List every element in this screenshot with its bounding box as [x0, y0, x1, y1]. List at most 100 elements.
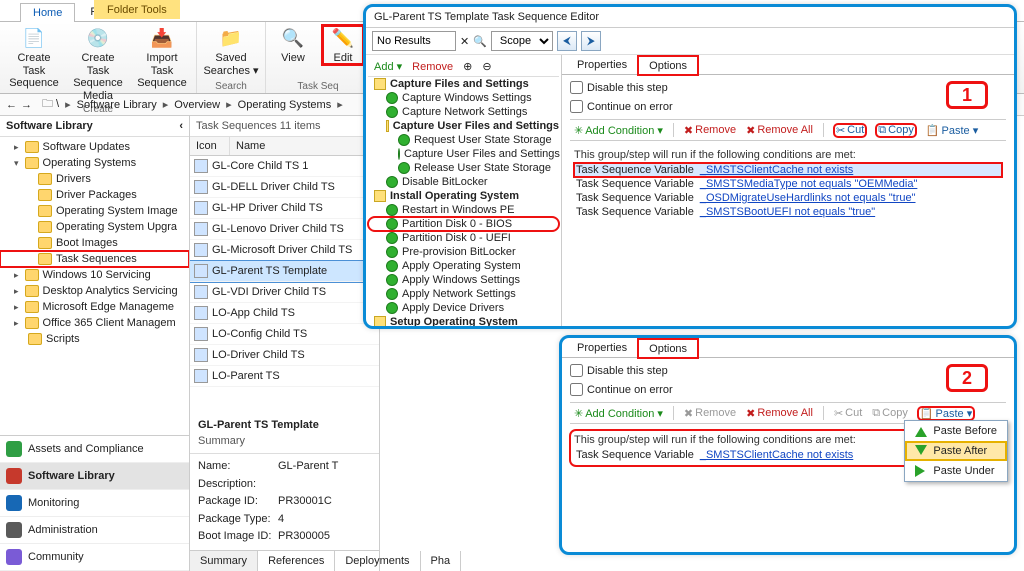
- condition-row[interactable]: Task Sequence Variable_SMSTSMediaType no…: [574, 177, 1002, 191]
- condition-link[interactable]: _OSDMigrateUseHardlinks not equals "true…: [700, 192, 916, 204]
- remove-condition-button-2[interactable]: ✖Remove: [684, 407, 736, 420]
- view-button[interactable]: 🔍 View: [272, 25, 314, 65]
- remove-condition-button[interactable]: ✖Remove: [684, 124, 736, 137]
- nav-item[interactable]: Desktop Analytics Servicing: [0, 283, 189, 299]
- ts-step[interactable]: Apply Network Settings: [368, 287, 559, 301]
- tab-properties-1[interactable]: Properties: [566, 55, 638, 74]
- list-item[interactable]: GL-HP Driver Child TS: [190, 198, 379, 219]
- list-item[interactable]: GL-Parent TS Template: [190, 261, 379, 282]
- ts-step[interactable]: Release User State Storage: [368, 161, 559, 175]
- list-item[interactable]: LO-Config Child TS: [190, 324, 379, 345]
- create-ts-media-button[interactable]: 💿 Create Task Sequence Media: [70, 25, 126, 103]
- cut-button[interactable]: ✂Cut: [834, 124, 866, 137]
- condition-row[interactable]: Task Sequence Variable_SMSTSClientCache …: [574, 163, 1002, 177]
- list-item[interactable]: GL-VDI Driver Child TS: [190, 282, 379, 303]
- nav-item[interactable]: Windows 10 Servicing: [0, 267, 189, 283]
- condition-link[interactable]: _SMSTSBootUEFI not equals "true": [700, 206, 875, 218]
- ts-group[interactable]: Setup Operating System: [368, 315, 559, 326]
- ts-group[interactable]: Capture Files and Settings: [368, 77, 559, 91]
- tab-options-2[interactable]: Options: [638, 339, 698, 358]
- continue-on-error-checkbox[interactable]: Continue on error: [570, 100, 1006, 113]
- nav-back-icon[interactable]: ←: [6, 99, 17, 111]
- paste-button-1[interactable]: 📋Paste ▾: [926, 124, 978, 137]
- list-item[interactable]: LO-App Child TS: [190, 303, 379, 324]
- col-icon[interactable]: Icon: [190, 137, 230, 155]
- add-condition-button[interactable]: ✳Add Condition ▾: [574, 124, 663, 137]
- next-result-button[interactable]: ⮞: [581, 31, 601, 51]
- list-item[interactable]: GL-DELL Driver Child TS: [190, 177, 379, 198]
- crumb-overview[interactable]: Overview: [174, 99, 220, 111]
- collapse-all-icon[interactable]: ⊖: [482, 60, 491, 73]
- nav-item[interactable]: Microsoft Edge Manageme: [0, 299, 189, 315]
- list-item[interactable]: GL-Core Child TS 1: [190, 156, 379, 177]
- copy-button[interactable]: ⧉Copy: [876, 124, 916, 137]
- workspace-item[interactable]: Assets and Compliance: [0, 436, 189, 463]
- disable-step-checkbox[interactable]: Disable this step: [570, 81, 1006, 94]
- crumb-os[interactable]: Operating Systems: [238, 99, 332, 111]
- tab-options-1[interactable]: Options: [638, 56, 698, 75]
- nav-item[interactable]: Drivers: [0, 171, 189, 187]
- nav-tree[interactable]: Software UpdatesOperating SystemsDrivers…: [0, 137, 189, 435]
- scope-select[interactable]: Scope: [491, 31, 553, 51]
- col-name[interactable]: Name: [230, 137, 379, 155]
- nav-item[interactable]: Software Updates: [0, 139, 189, 155]
- nav-item[interactable]: Task Sequences: [0, 251, 189, 267]
- edit-button[interactable]: ✏️ Edit: [322, 25, 364, 65]
- list-body[interactable]: GL-Core Child TS 1GL-DELL Driver Child T…: [190, 156, 379, 413]
- workspace-item[interactable]: Administration: [0, 517, 189, 544]
- nav-item[interactable]: Scripts: [0, 331, 189, 347]
- ts-tree-panel[interactable]: Add ▾ Remove ⊕ ⊖ Capture Files and Setti…: [366, 55, 562, 326]
- nav-item[interactable]: Boot Images: [0, 235, 189, 251]
- ts-step[interactable]: Apply Operating System: [368, 259, 559, 273]
- expand-all-icon[interactable]: ⊕: [463, 60, 472, 73]
- list-item[interactable]: GL-Lenovo Driver Child TS: [190, 219, 379, 240]
- remove-all-button-2[interactable]: ✖Remove All: [746, 407, 813, 420]
- nav-item[interactable]: Operating System Image: [0, 203, 189, 219]
- paste-before-item[interactable]: Paste Before: [905, 421, 1007, 441]
- nav-item[interactable]: Operating Systems: [0, 155, 189, 171]
- condition-row[interactable]: Task Sequence Variable_OSDMigrateUseHard…: [574, 191, 1002, 205]
- ts-step[interactable]: Disable BitLocker: [368, 175, 559, 189]
- detail-tab[interactable]: Summary: [190, 551, 258, 571]
- nav-item[interactable]: Operating System Upgra: [0, 219, 189, 235]
- condition-row[interactable]: Task Sequence Variable_SMSTSBootUEFI not…: [574, 205, 1002, 219]
- import-ts-button[interactable]: 📥 Import Task Sequence: [134, 25, 190, 90]
- nav-item[interactable]: Office 365 Client Managem: [0, 315, 189, 331]
- paste-menu[interactable]: Paste Before Paste After Paste Under: [904, 420, 1008, 482]
- list-item[interactable]: LO-Parent TS: [190, 366, 379, 387]
- ts-step[interactable]: Capture Network Settings: [368, 105, 559, 119]
- ts-step[interactable]: Apply Device Drivers: [368, 301, 559, 315]
- ts-step[interactable]: Apply Windows Settings: [368, 273, 559, 287]
- nav-item[interactable]: Driver Packages: [0, 187, 189, 203]
- remove-all-button[interactable]: ✖Remove All: [746, 124, 813, 137]
- workspace-item[interactable]: Community: [0, 544, 189, 571]
- ts-step[interactable]: Pre-provision BitLocker: [368, 245, 559, 259]
- detail-tab[interactable]: References: [258, 551, 335, 571]
- continue-on-error-checkbox-2[interactable]: Continue on error: [570, 383, 1006, 396]
- ts-step[interactable]: Capture Windows Settings: [368, 91, 559, 105]
- ts-step[interactable]: Restart in Windows PE: [368, 203, 559, 217]
- saved-searches-button[interactable]: 📁 Saved Searches ▾: [203, 25, 259, 77]
- paste-under-item[interactable]: Paste Under: [905, 461, 1007, 481]
- condition-link[interactable]: _SMSTSClientCache not exists: [700, 449, 853, 461]
- clear-search-icon[interactable]: ✕: [460, 35, 469, 48]
- copy-button-2[interactable]: ⧉Copy: [872, 407, 908, 420]
- condition-link[interactable]: _SMSTSMediaType not equals "OEMMedia": [700, 178, 918, 190]
- remove-step-button[interactable]: Remove: [412, 61, 453, 73]
- ts-step[interactable]: Request User State Storage: [368, 133, 559, 147]
- workspace-switcher[interactable]: Assets and ComplianceSoftware LibraryMon…: [0, 435, 189, 571]
- create-task-sequence-button[interactable]: 📄 Create Task Sequence: [6, 25, 62, 90]
- nav-fwd-icon[interactable]: →: [21, 99, 32, 111]
- workspace-item[interactable]: Software Library: [0, 463, 189, 490]
- add-condition-button-2[interactable]: ✳Add Condition ▾: [574, 407, 663, 420]
- workspace-item[interactable]: Monitoring: [0, 490, 189, 517]
- paste-after-item[interactable]: Paste After: [905, 441, 1007, 461]
- cut-button-2[interactable]: ✂Cut: [834, 407, 862, 420]
- crumb-software-library[interactable]: Software Library: [77, 99, 157, 111]
- search-icon[interactable]: 🔍: [473, 35, 487, 48]
- ts-step[interactable]: Partition Disk 0 - BIOS: [368, 217, 559, 231]
- add-step-button[interactable]: Add ▾: [374, 60, 402, 73]
- disable-step-checkbox-2[interactable]: Disable this step: [570, 364, 1006, 377]
- ts-group[interactable]: Install Operating System: [368, 189, 559, 203]
- list-item[interactable]: LO-Driver Child TS: [190, 345, 379, 366]
